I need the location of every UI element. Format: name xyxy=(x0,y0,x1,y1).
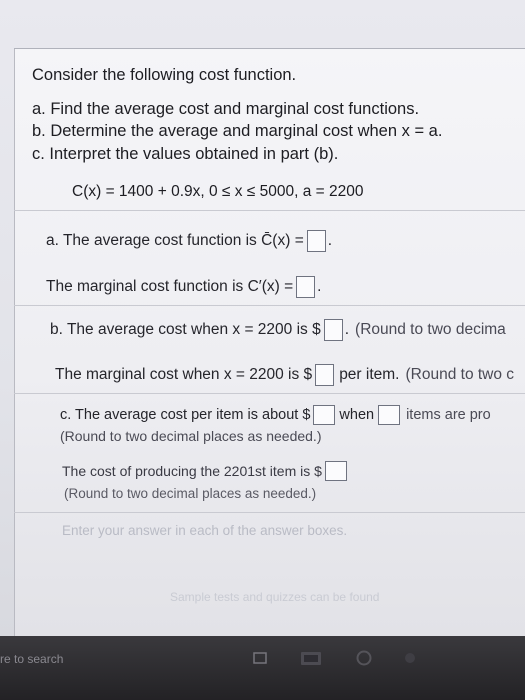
avg-cost-function-input[interactable] xyxy=(306,230,326,252)
taskbar xyxy=(0,636,525,700)
part-c-instruction: c. Interpret the values obtained in part… xyxy=(32,145,339,163)
interpretation-suffix: items are pro xyxy=(406,407,491,423)
avg-cost-at-a-hint: (Round to two decima xyxy=(355,321,506,338)
avg-cost-at-a-input[interactable] xyxy=(323,319,343,341)
avg-cost-function-row: a. The average cost function is C̄(x) = … xyxy=(46,230,332,252)
divider xyxy=(14,305,525,306)
avg-cost-function-label: a. The average cost function is C̄(x) = xyxy=(46,232,304,249)
divider xyxy=(14,393,525,394)
app-icon[interactable] xyxy=(402,650,418,666)
interpretation-avg-input[interactable] xyxy=(313,405,336,425)
enter-answer-hint: Enter your answer in each of the answer … xyxy=(62,523,348,538)
interpretation-round-hint: (Round to two decimal places as needed.) xyxy=(60,428,322,444)
panel-top-border xyxy=(14,48,525,49)
file-explorer-icon[interactable] xyxy=(300,650,322,666)
avg-cost-at-a-row: b. The average cost when x = 2200 is $ .… xyxy=(50,319,506,341)
cost-2201-input[interactable] xyxy=(324,461,347,481)
marginal-cost-at-a-input[interactable] xyxy=(315,364,335,386)
avg-cost-at-a-label: b. The average cost when x = 2200 is $ xyxy=(50,321,321,338)
cost-2201-label: The cost of producing the 2201st item is… xyxy=(62,463,322,479)
interpretation-label: c. The average cost per item is about $ xyxy=(60,407,311,423)
marginal-cost-at-a-row: The marginal cost when x = 2200 is $ per… xyxy=(55,364,514,386)
part-b-instruction: b. Determine the average and marginal co… xyxy=(32,122,443,140)
marginal-cost-function-row: The marginal cost function is C′(x) = . xyxy=(46,276,321,298)
part-a-instruction: a. Find the average cost and marginal co… xyxy=(32,100,420,118)
divider xyxy=(14,210,525,211)
sample-tests-note: Sample tests and quizzes can be found xyxy=(170,590,380,604)
taskbar-search[interactable]: re to search xyxy=(0,652,63,666)
marginal-cost-function-input[interactable] xyxy=(296,276,316,298)
marginal-cost-at-a-label: The marginal cost when x = 2200 is $ xyxy=(55,366,313,383)
marginal-cost-function-label: The marginal cost function is C′(x) = xyxy=(46,278,294,295)
interpretation-row: c. The average cost per item is about $ … xyxy=(60,405,491,425)
browser-icon[interactable] xyxy=(356,650,372,666)
interpretation-when-label: when xyxy=(339,407,375,423)
interpretation-items-input[interactable] xyxy=(378,405,401,425)
per-item-label: per item. xyxy=(339,366,400,383)
divider xyxy=(14,512,525,513)
cost-2201-row: The cost of producing the 2201st item is… xyxy=(62,461,347,481)
question-title: Consider the following cost function. xyxy=(32,66,297,84)
task-view-icon[interactable] xyxy=(252,650,268,666)
cost-2201-round-hint: (Round to two decimal places as needed.) xyxy=(64,486,317,501)
marginal-cost-at-a-hint: (Round to two c xyxy=(405,366,515,383)
cost-function: C(x) = 1400 + 0.9x, 0 ≤ x ≤ 5000, a = 22… xyxy=(72,183,364,200)
